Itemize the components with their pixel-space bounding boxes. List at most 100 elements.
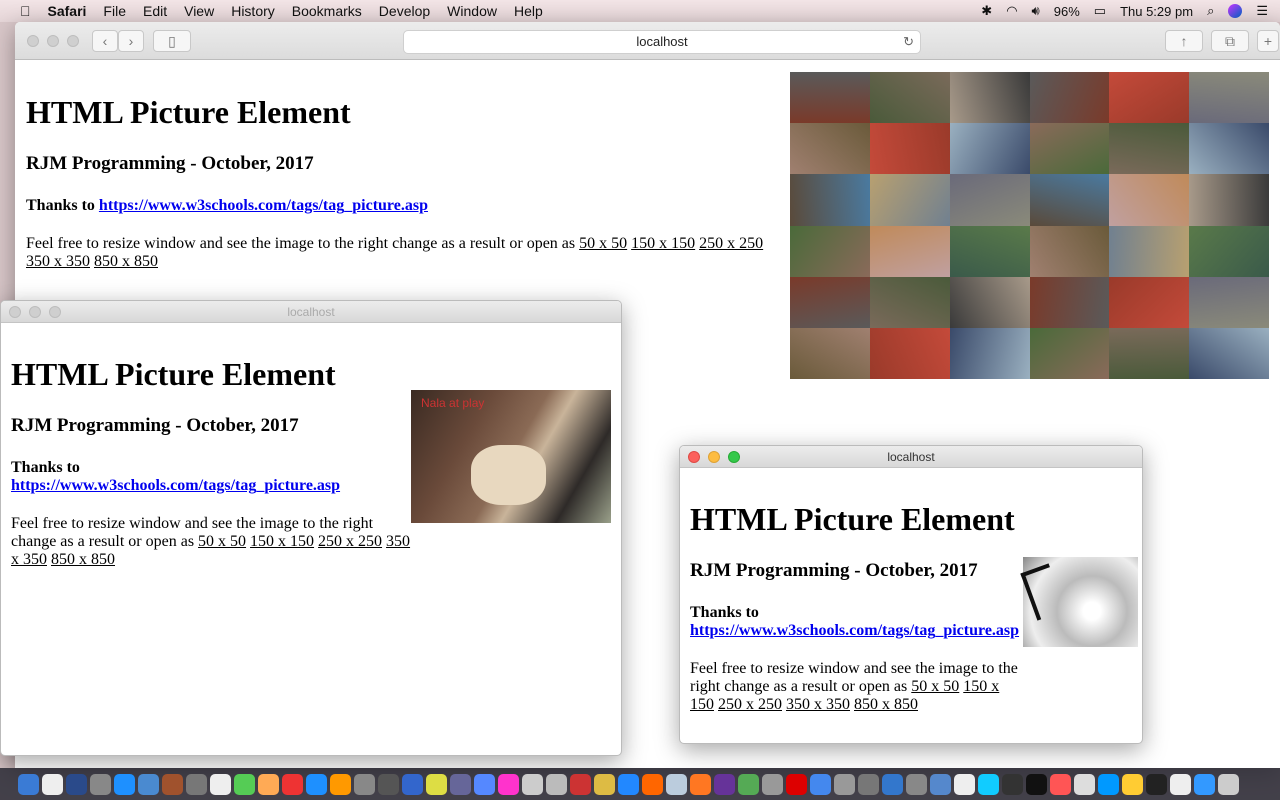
size-link-150[interactable]: 150 x 150 <box>631 235 695 252</box>
menu-develop[interactable]: Develop <box>379 3 430 19</box>
zoom-button[interactable] <box>49 306 61 318</box>
dock-app-icon[interactable] <box>642 773 663 795</box>
volume-icon[interactable]: 🔊︎ <box>1032 3 1040 19</box>
tabs-button[interactable]: ⧉ <box>1211 30 1249 52</box>
menu-app[interactable]: Safari <box>48 3 87 19</box>
dock-app-icon[interactable] <box>570 773 591 795</box>
menu-file[interactable]: File <box>103 3 126 19</box>
w3schools-link[interactable]: https://www.w3schools.com/tags/tag_pictu… <box>99 197 428 214</box>
dock-app-icon[interactable] <box>90 773 111 795</box>
close-button[interactable] <box>27 35 39 47</box>
close-button[interactable] <box>9 306 21 318</box>
clock[interactable]: Thu 5:29 pm <box>1120 4 1193 19</box>
dock-app-icon[interactable] <box>282 773 303 795</box>
dock-app-icon[interactable] <box>810 773 831 795</box>
dock-app-icon[interactable] <box>594 773 615 795</box>
dock-app-icon[interactable] <box>1026 773 1047 795</box>
dock-app-icon[interactable] <box>690 773 711 795</box>
dock-app-icon[interactable] <box>906 773 927 795</box>
dock-app-icon[interactable] <box>1002 773 1023 795</box>
minimize-button[interactable] <box>29 306 41 318</box>
dock-app-icon[interactable] <box>978 773 999 795</box>
dock-app-icon[interactable] <box>1122 773 1143 795</box>
dock-app-icon[interactable] <box>138 773 159 795</box>
dock-app-icon[interactable] <box>1194 773 1215 795</box>
menu-window[interactable]: Window <box>447 3 497 19</box>
battery-percent[interactable]: 96% <box>1054 4 1080 19</box>
share-button[interactable]: ↑ <box>1165 30 1203 52</box>
dock-app-icon[interactable] <box>186 773 207 795</box>
dock-app-icon[interactable] <box>954 773 975 795</box>
sidebar-button[interactable]: ▯ <box>153 30 191 52</box>
size-link-350[interactable]: 350 x 350 <box>26 253 90 270</box>
dock-app-icon[interactable] <box>18 773 39 795</box>
size-link-850[interactable]: 850 x 850 <box>51 551 115 568</box>
dock-app-icon[interactable] <box>258 773 279 795</box>
dock-app-icon[interactable] <box>402 773 423 795</box>
dock-app-icon[interactable] <box>450 773 471 795</box>
dock-app-icon[interactable] <box>378 773 399 795</box>
back-button[interactable]: ‹ <box>92 30 118 52</box>
size-link-250[interactable]: 250 x 250 <box>699 235 763 252</box>
dock-app-icon[interactable] <box>66 773 87 795</box>
minimize-button[interactable] <box>708 451 720 463</box>
dock-app-icon[interactable] <box>1170 773 1191 795</box>
dock-app-icon[interactable] <box>330 773 351 795</box>
size-link-250[interactable]: 250 x 250 <box>318 533 382 550</box>
size-link-350[interactable]: 350 x 350 <box>786 696 850 713</box>
dock-app-icon[interactable] <box>522 773 543 795</box>
size-link-250[interactable]: 250 x 250 <box>718 696 782 713</box>
dock-app-icon[interactable] <box>42 773 63 795</box>
dock-app-icon[interactable] <box>738 773 759 795</box>
menu-history[interactable]: History <box>231 3 275 19</box>
dock-app-icon[interactable] <box>354 773 375 795</box>
search-icon[interactable]: ⌕ <box>1207 3 1214 19</box>
w3schools-link[interactable]: https://www.w3schools.com/tags/tag_pictu… <box>690 622 1019 639</box>
address-bar[interactable]: localhost ↻ <box>403 30 921 54</box>
notification-center-icon[interactable]: ☰ <box>1256 3 1268 19</box>
size-link-50[interactable]: 50 x 50 <box>579 235 627 252</box>
minimize-button[interactable] <box>47 35 59 47</box>
dock-app-icon[interactable] <box>714 773 735 795</box>
dock-app-icon[interactable] <box>162 773 183 795</box>
dock-app-icon[interactable] <box>1146 773 1167 795</box>
dock-app-icon[interactable] <box>234 773 255 795</box>
dock-app-icon[interactable] <box>1218 773 1239 795</box>
dock-app-icon[interactable] <box>1050 773 1071 795</box>
dock-app-icon[interactable] <box>210 773 231 795</box>
reload-icon[interactable]: ↻ <box>903 31 914 53</box>
dock-app-icon[interactable] <box>762 773 783 795</box>
zoom-button[interactable] <box>67 35 79 47</box>
close-button[interactable] <box>688 451 700 463</box>
dock-app-icon[interactable] <box>882 773 903 795</box>
dock-app-icon[interactable] <box>834 773 855 795</box>
size-link-850[interactable]: 850 x 850 <box>94 253 158 270</box>
apple-icon[interactable]:  <box>20 3 31 19</box>
size-link-50[interactable]: 50 x 50 <box>911 678 959 695</box>
wifi-icon[interactable]: ◠ <box>1006 3 1017 19</box>
menu-view[interactable]: View <box>184 3 214 19</box>
dock-app-icon[interactable] <box>498 773 519 795</box>
menu-help[interactable]: Help <box>514 3 543 19</box>
w3schools-link[interactable]: https://www.w3schools.com/tags/tag_pictu… <box>11 477 340 494</box>
size-link-50[interactable]: 50 x 50 <box>198 533 246 550</box>
size-link-150[interactable]: 150 x 150 <box>250 533 314 550</box>
dock-app-icon[interactable] <box>786 773 807 795</box>
dock-app-icon[interactable] <box>306 773 327 795</box>
dock-app-icon[interactable] <box>1098 773 1119 795</box>
forward-button[interactable]: › <box>118 30 144 52</box>
dock-app-icon[interactable] <box>474 773 495 795</box>
dock-app-icon[interactable] <box>858 773 879 795</box>
dock-app-icon[interactable] <box>666 773 687 795</box>
new-tab-button[interactable]: + <box>1257 30 1279 52</box>
dock-app-icon[interactable] <box>930 773 951 795</box>
menu-edit[interactable]: Edit <box>143 3 167 19</box>
bluetooth-icon[interactable]: ✱ <box>981 3 992 19</box>
siri-icon[interactable] <box>1228 4 1243 18</box>
dock-app-icon[interactable] <box>618 773 639 795</box>
dock-app-icon[interactable] <box>1074 773 1095 795</box>
dock-app-icon[interactable] <box>426 773 447 795</box>
menu-bookmarks[interactable]: Bookmarks <box>292 3 362 19</box>
battery-icon[interactable]: ▭ <box>1094 3 1106 19</box>
size-link-850[interactable]: 850 x 850 <box>854 696 918 713</box>
